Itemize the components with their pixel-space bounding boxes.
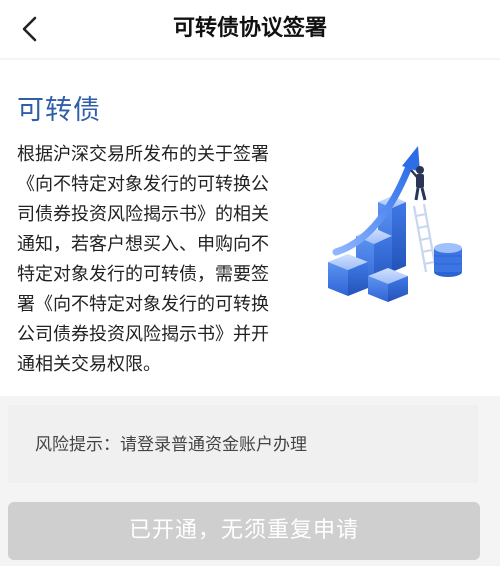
convertible-bond-card: 可转债 根据沪深交易所发布的关于签署 《向不特定对象发行的可转换公 司债券投资风… [0, 60, 500, 396]
agreement-description: 根据沪深交易所发布的关于签署 《向不特定对象发行的可转换公 司债券投资风险揭示书… [17, 140, 309, 380]
growth-chart-illustration [328, 146, 462, 302]
description-line: 特定对象发行的可转债，需要签 [17, 264, 269, 285]
risk-notice: 风险提示：请登录普通资金账户办理 [8, 405, 478, 483]
description-line: 公司债券投资风险揭示书》并开 [17, 324, 269, 345]
page-title: 可转债协议签署 [172, 16, 327, 41]
description-line: 署《向不特定对象发行的可转换 [17, 294, 269, 315]
description-line: 通知，若客户想买入、申购向不 [17, 234, 269, 255]
description-line: 《向不特定对象发行的可转换公 [17, 174, 269, 195]
nav-bar: 可转债协议签署 [0, 0, 500, 58]
description-line: 司债券投资风险揭示书》的相关 [17, 204, 269, 225]
description-line: 通相关交易权限。 [17, 354, 161, 375]
description-line: 根据沪深交易所发布的关于签署 [17, 144, 269, 165]
risk-notice-text: 风险提示：请登录普通资金账户办理 [35, 435, 307, 455]
opened-status-button[interactable]: 已开通，无须重复申请 [8, 502, 480, 560]
card-title: 可转债 [17, 95, 101, 126]
